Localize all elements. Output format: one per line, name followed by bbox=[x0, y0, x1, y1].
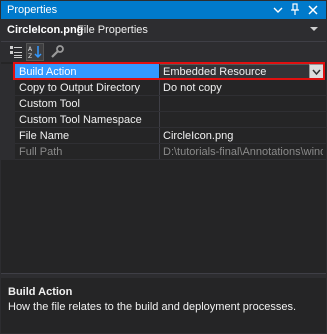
property-label: Build Action bbox=[19, 66, 77, 78]
column-separator bbox=[159, 128, 160, 144]
svg-text:A: A bbox=[28, 46, 33, 53]
svg-text:Z: Z bbox=[28, 53, 32, 60]
property-row-full-path[interactable]: Full Path D:\tutorials-final\Annotations… bbox=[1, 144, 326, 160]
row-gutter bbox=[1, 64, 15, 80]
window-title: Properties bbox=[7, 4, 58, 16]
title-bar[interactable]: Properties bbox=[1, 1, 326, 19]
row-gutter bbox=[1, 96, 15, 112]
properties-window: Properties CircleIcon.png File Propertie… bbox=[0, 0, 327, 334]
property-row-file-name[interactable]: File Name CircleIcon.png bbox=[1, 128, 326, 144]
row-divider bbox=[15, 159, 326, 160]
description-pane: Build Action How the file relates to the… bbox=[1, 278, 326, 333]
object-type: File Properties bbox=[77, 24, 148, 36]
property-label: Custom Tool bbox=[19, 98, 80, 110]
description-text: How the file relates to the build and de… bbox=[8, 301, 296, 313]
property-row-build-action[interactable]: Build Action Embedded Resource bbox=[1, 64, 326, 80]
row-gutter bbox=[1, 128, 15, 144]
property-row-copy-to-output[interactable]: Copy to Output Directory Do not copy bbox=[1, 80, 326, 96]
column-separator bbox=[159, 112, 160, 128]
property-grid: Build Action Embedded Resource Copy to O… bbox=[1, 62, 326, 273]
close-icon[interactable] bbox=[306, 2, 320, 17]
row-gutter bbox=[1, 144, 15, 160]
property-value[interactable]: CircleIcon.png bbox=[163, 129, 323, 143]
categorized-icon[interactable] bbox=[8, 44, 24, 60]
chevron-down-icon[interactable] bbox=[271, 2, 285, 17]
row-gutter bbox=[1, 112, 15, 128]
object-selector[interactable]: CircleIcon.png File Properties bbox=[1, 19, 326, 42]
column-separator bbox=[159, 144, 160, 160]
property-label: File Name bbox=[19, 130, 70, 142]
column-separator bbox=[159, 80, 160, 96]
property-value[interactable] bbox=[163, 97, 323, 111]
pin-icon[interactable] bbox=[288, 2, 302, 17]
description-title: Build Action bbox=[8, 286, 73, 298]
property-row-custom-tool[interactable]: Custom Tool bbox=[1, 96, 326, 112]
property-label: Custom Tool Namespace bbox=[19, 114, 142, 126]
chevron-down-icon[interactable] bbox=[309, 64, 324, 80]
chevron-down-icon[interactable] bbox=[307, 22, 321, 36]
object-name: CircleIcon.png bbox=[7, 24, 84, 36]
column-separator bbox=[159, 96, 160, 112]
alphabetical-icon[interactable]: A Z bbox=[26, 43, 44, 61]
property-value[interactable]: Embedded Resource bbox=[163, 65, 323, 79]
property-row-custom-tool-namespace[interactable]: Custom Tool Namespace bbox=[1, 112, 326, 128]
property-value[interactable] bbox=[163, 113, 323, 127]
property-value: D:\tutorials-final\Annotations\window bbox=[163, 146, 323, 158]
row-gutter bbox=[1, 80, 15, 96]
wrench-icon[interactable] bbox=[49, 44, 65, 60]
property-value[interactable]: Do not copy bbox=[163, 81, 323, 95]
properties-toolbar: A Z bbox=[1, 42, 326, 62]
property-label: Copy to Output Directory bbox=[19, 82, 141, 94]
property-label: Full Path bbox=[19, 146, 63, 158]
